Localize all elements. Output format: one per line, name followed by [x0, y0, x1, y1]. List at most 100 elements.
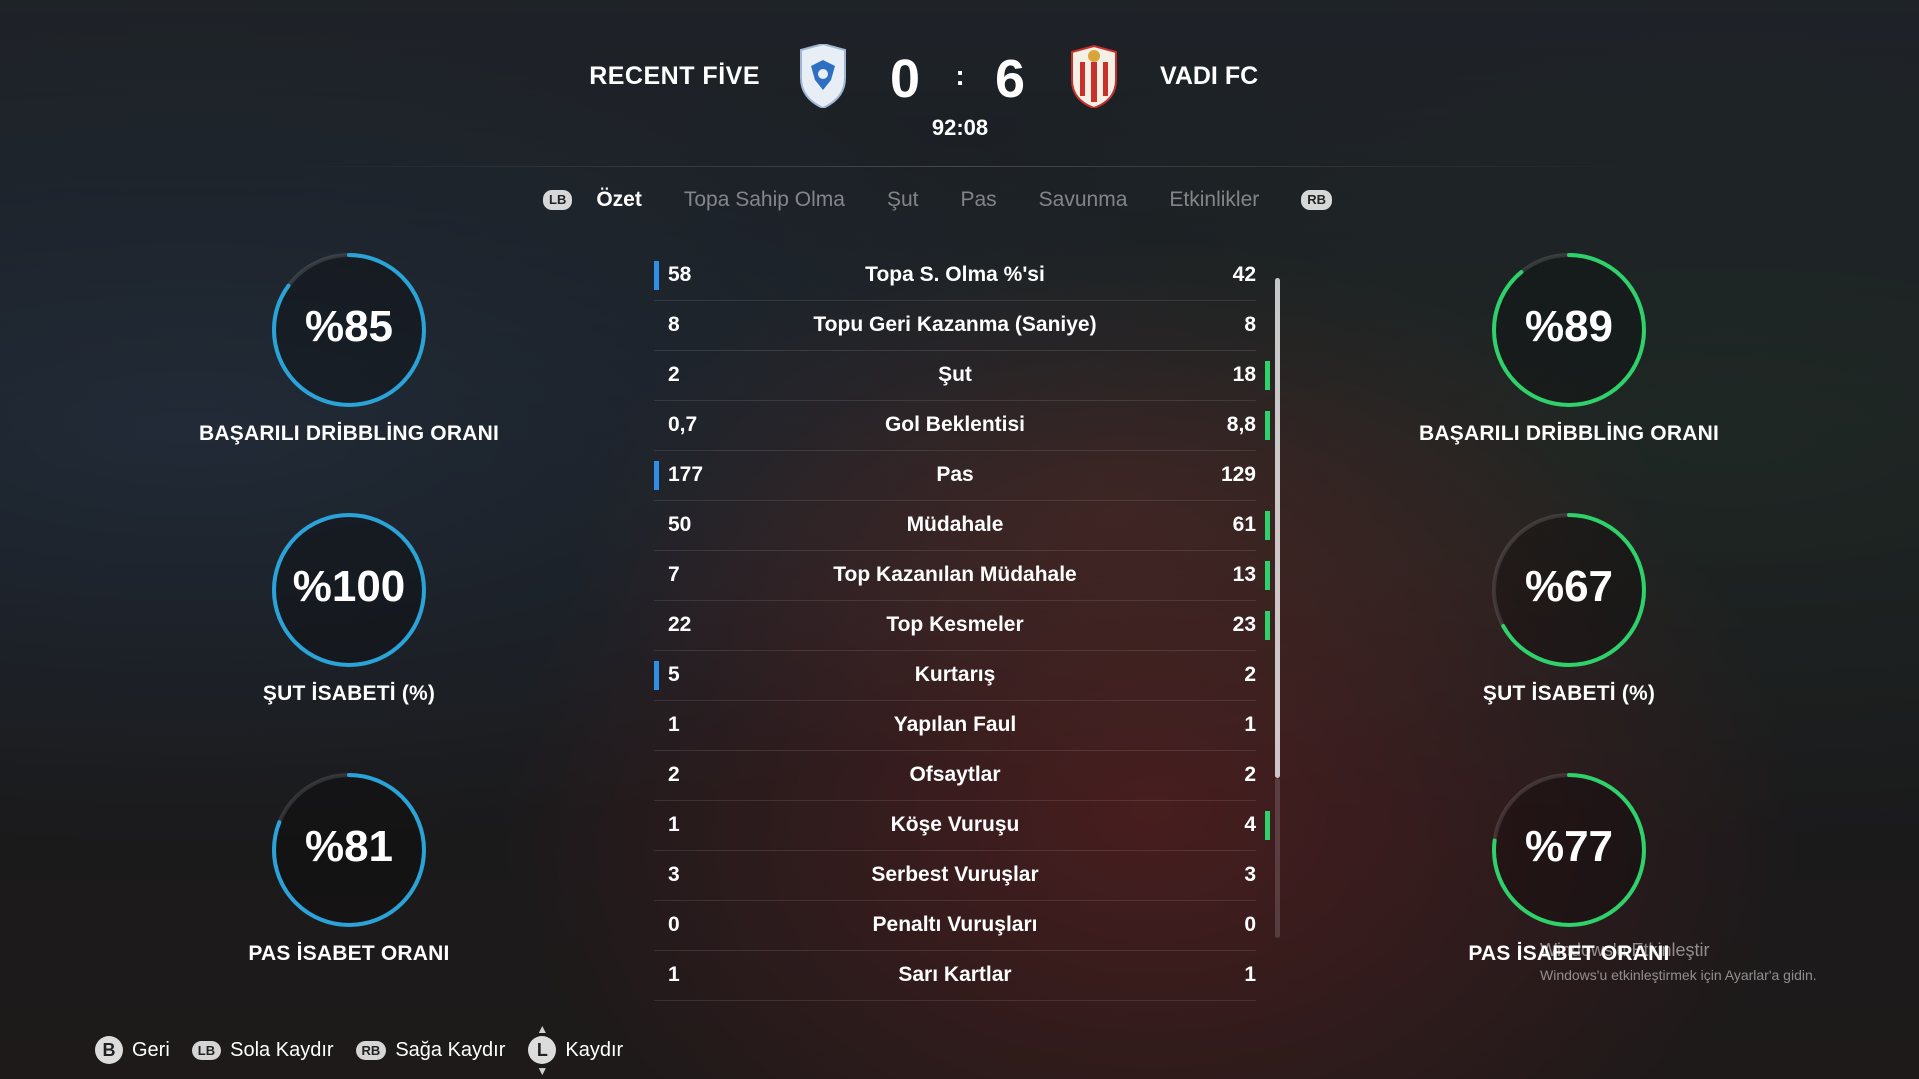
away-lead-indicator [1265, 511, 1270, 540]
windows-activation-watermark: Windows'u Etkinleştir Windows'u etkinleş… [1540, 940, 1817, 983]
away-stat-value: 4 [1244, 813, 1256, 836]
stat-label: Şut [938, 363, 972, 386]
stats-scrollbar-thumb[interactable] [1275, 278, 1280, 778]
home-gauge-dribbling: %85 BAŞARILI DRİBBLİNG ORANI [199, 250, 499, 446]
away-pass-value: %77 [1524, 822, 1614, 871]
away-stat-value: 8,8 [1226, 413, 1256, 436]
arrow-down-icon: ▼ [536, 1064, 549, 1078]
away-stat-value: 0 [1244, 913, 1256, 936]
scroll-right-label: Sağa Kaydır [395, 1038, 506, 1061]
left-stick-icon: ▲ L ▼ [527, 1022, 557, 1078]
stat-label: Penaltı Vuruşları [872, 913, 1038, 936]
scroll-left-label: Sola Kaydır [230, 1038, 334, 1061]
away-stat-value: 13 [1232, 563, 1256, 586]
away-gauge-shot-accuracy: %67 ŞUT İSABETİ (%) [1419, 510, 1719, 706]
away-stat-value: 61 [1232, 513, 1256, 536]
rb-button-icon[interactable]: RB [1301, 190, 1333, 210]
tab-pas[interactable]: Pas [960, 188, 996, 212]
away-stat-value: 18 [1232, 363, 1256, 386]
home-dribbling-label: BAŞARILI DRİBBLİNG ORANI [199, 422, 499, 445]
home-team-crest [800, 44, 846, 108]
stat-row: 5 Kurtarış 2 [654, 651, 1256, 701]
home-pass-label: PAS İSABET ORANI [248, 942, 450, 965]
tab-etkinlikler[interactable]: Etkinlikler [1169, 188, 1259, 212]
away-team-name: VADI FC [1160, 62, 1259, 90]
stat-label: Topu Geri Kazanma (Saniye) [813, 313, 1097, 336]
stat-label: Ofsaytlar [909, 763, 1001, 786]
stat-label: Pas [936, 463, 974, 486]
button-prompts: B Geri LB Sola Kaydır RB Sağa Kaydır ▲ L… [95, 1022, 645, 1078]
lb-button-icon[interactable]: LB [543, 190, 573, 210]
away-lead-indicator [1265, 811, 1270, 840]
stat-row: 2 Ofsaytlar 2 [654, 751, 1256, 801]
scroll-prompt[interactable]: ▲ L ▼ Kaydır [527, 1022, 623, 1078]
b-button-icon: B [95, 1036, 123, 1064]
stat-row: 0 Penaltı Vuruşları 0 [654, 901, 1256, 951]
stat-row: 2 Şut 18 [654, 351, 1270, 401]
away-dribbling-label: BAŞARILI DRİBBLİNG ORANI [1419, 422, 1719, 445]
home-dribbling-value: %85 [304, 302, 394, 351]
away-lead-indicator [1265, 561, 1270, 590]
away-dribbling-value: %89 [1524, 302, 1614, 351]
home-score: 0 [889, 49, 921, 109]
home-pass-value: %81 [304, 822, 394, 871]
away-stat-value: 1 [1244, 963, 1256, 986]
stat-label: Top Kesmeler [886, 613, 1024, 636]
stat-label: Kurtarış [914, 663, 996, 686]
stat-row: 3 Serbest Vuruşlar 3 [654, 851, 1256, 901]
home-shot-label: ŞUT İSABETİ (%) [262, 682, 436, 705]
back-prompt[interactable]: B Geri [95, 1036, 170, 1064]
stat-label: Yapılan Faul [893, 713, 1017, 736]
stat-row: 1 Yapılan Faul 1 [654, 701, 1256, 751]
stat-row: 1 Sarı Kartlar 1 [654, 951, 1256, 1001]
stat-label: Topa S. Olma %'si [865, 263, 1045, 286]
tab-topa-sahip-olma[interactable]: Topa Sahip Olma [684, 188, 845, 212]
away-stat-value: 2 [1244, 663, 1256, 686]
away-gauge-dribbling: %89 BAŞARILI DRİBBLİNG ORANI [1419, 250, 1719, 446]
scroll-left-prompt[interactable]: LB Sola Kaydır [191, 1038, 334, 1062]
stat-label: Serbest Vuruşlar [871, 863, 1039, 886]
away-gauge-pass-accuracy: %77 PAS İSABET ORANI [1419, 770, 1719, 966]
stat-label: Müdahale [906, 513, 1004, 536]
tab-savunma[interactable]: Savunma [1039, 188, 1128, 212]
away-team-crest [1071, 44, 1117, 108]
scroll-label: Kaydır [565, 1038, 624, 1061]
tab-ozet[interactable]: Özet [596, 188, 642, 212]
stat-row: 1 Köşe Vuruşu 4 [654, 801, 1270, 851]
tab-sut[interactable]: Şut [887, 188, 919, 212]
stats-table[interactable]: 58 Topa S. Olma %'si 42 8 Topu Geri Kazanma … [654, 251, 1270, 1001]
watermark-title: Windows'u Etkinleştir [1540, 940, 1710, 960]
away-stat-value: 3 [1244, 863, 1256, 886]
score-header: RECENT FİVE 0 : 6 VADI FC 92:08 [0, 40, 1919, 167]
away-lead-indicator [1265, 361, 1270, 390]
stat-label: Gol Beklentisi [884, 413, 1026, 436]
stat-label: Sarı Kartlar [898, 963, 1012, 986]
stats-scrollbar-track[interactable] [1275, 778, 1280, 938]
score-separator: : [955, 60, 965, 91]
home-gauge-pass-accuracy: %81 PAS İSABET ORANI [199, 770, 499, 966]
stat-label: Köşe Vuruşu [890, 813, 1020, 836]
match-clock: 92:08 [931, 115, 989, 140]
away-stat-value: 42 [1232, 263, 1256, 286]
away-stat-value: 1 [1244, 713, 1256, 736]
away-stat-value: 129 [1220, 463, 1256, 486]
stat-row: 22 Top Kesmeler 23 [654, 601, 1270, 651]
stat-row: 50 Müdahale 61 [654, 501, 1270, 551]
stat-row: 7 Top Kazanılan Müdahale 13 [654, 551, 1270, 601]
away-stat-value: 23 [1232, 613, 1256, 636]
home-gauge-shot-accuracy: %100 ŞUT İSABETİ (%) [199, 510, 499, 706]
home-team-name: RECENT FİVE [589, 62, 760, 90]
stat-tabs: LB Özet Topa Sahip Olma Şut Pas Savunma … [543, 182, 1333, 218]
watermark-subtitle: Windows'u etkinleştirmek için Ayarlar'a … [1540, 967, 1817, 983]
away-lead-indicator [1265, 411, 1270, 440]
scroll-right-prompt[interactable]: RB Sağa Kaydır [355, 1038, 506, 1062]
away-stat-value: 8 [1244, 313, 1256, 336]
away-stat-value: 2 [1244, 763, 1256, 786]
back-label: Geri [132, 1038, 170, 1061]
stat-label: Top Kazanılan Müdahale [833, 563, 1077, 586]
l-button-icon: L [528, 1036, 557, 1064]
stat-row: 8 Topu Geri Kazanma (Saniye) 8 [654, 301, 1256, 351]
header-divider [280, 166, 1640, 167]
away-shot-label: ŞUT İSABETİ (%) [1482, 682, 1656, 705]
away-score: 6 [994, 49, 1026, 109]
